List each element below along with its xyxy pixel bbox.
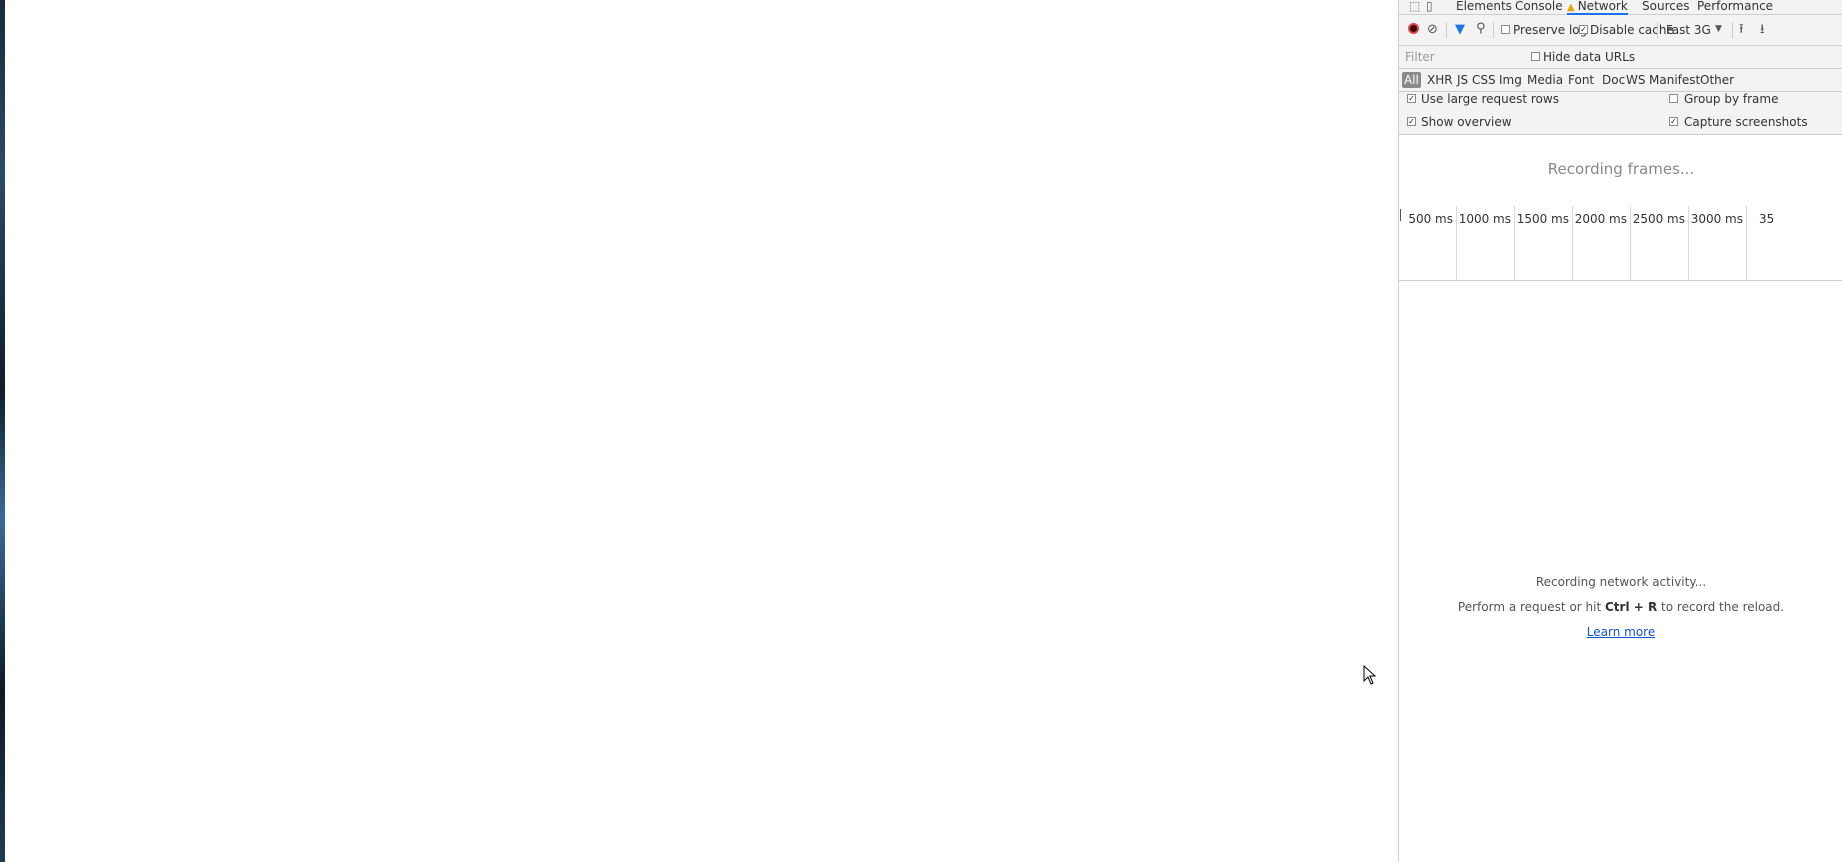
network-toolbar: ⊘ ▼ ⚲ Preserve log ✓ Disable cache Fast …	[1399, 15, 1842, 46]
recording-frames-text: Recording frames...	[1547, 160, 1695, 178]
toolbar-divider	[1493, 22, 1494, 38]
warning-icon: ▲	[1567, 2, 1575, 13]
filter-type-other[interactable]: Other	[1698, 72, 1736, 88]
use-large-rows-checkbox[interactable]: ✓	[1407, 94, 1416, 103]
search-icon[interactable]: ⚲	[1476, 22, 1486, 35]
filter-type-js[interactable]: JS	[1455, 72, 1470, 88]
tab-console[interactable]: Console	[1515, 0, 1563, 13]
network-overview-timeline[interactable]: 500 ms 1000 ms 1500 ms 2000 ms 2500 ms 3…	[1399, 206, 1842, 281]
capture-screenshots-checkbox[interactable]: ✓	[1669, 117, 1678, 126]
filter-type-img[interactable]: Img	[1497, 72, 1524, 88]
throttle-select[interactable]: Fast 3G	[1666, 23, 1711, 37]
preserve-log-label: Preserve log	[1513, 23, 1588, 37]
mouse-cursor-icon	[1363, 665, 1377, 685]
reload-hint-text: Perform a request or hit Ctrl + R to rec…	[1457, 600, 1785, 614]
toolbar-divider	[1446, 22, 1447, 38]
toolbar-divider	[1657, 22, 1658, 38]
filter-type-media[interactable]: Media	[1525, 72, 1565, 88]
group-by-frame-label: Group by frame	[1684, 92, 1779, 106]
upload-icon[interactable]: ⭱	[1739, 23, 1744, 36]
network-settings: ✓ Use large request rows Group by frame …	[1399, 92, 1842, 135]
reload-shortcut: Ctrl + R	[1605, 600, 1658, 614]
filter-bar: Hide data URLs	[1399, 46, 1842, 69]
tab-network[interactable]: ▲ Network	[1567, 0, 1628, 15]
timeline-tick: 500 ms	[1399, 206, 1457, 280]
disable-cache-checkbox[interactable]: ✓	[1579, 25, 1588, 34]
recording-activity-text: Recording network activity...	[1535, 575, 1707, 589]
filter-type-all[interactable]: All	[1402, 72, 1421, 88]
timeline-tick: 2500 ms	[1631, 206, 1689, 280]
filter-type-ws[interactable]: WS	[1624, 72, 1647, 88]
download-icon[interactable]: ⭳	[1760, 23, 1765, 36]
desktop-background-strip	[0, 0, 5, 862]
use-large-rows-label: Use large request rows	[1421, 92, 1559, 106]
filter-icon[interactable]: ▼	[1455, 23, 1465, 36]
hide-data-urls-checkbox[interactable]	[1531, 52, 1540, 61]
group-by-frame-checkbox[interactable]	[1669, 94, 1678, 103]
inspect-element-icon[interactable]: ⬚	[1409, 0, 1420, 13]
filter-type-xhr[interactable]: XHR	[1425, 72, 1455, 88]
hide-data-urls-label: Hide data URLs	[1543, 50, 1636, 64]
devtools-tabbar: ⬚ ▯ Elements Console ▲ Network Sources Pe…	[1399, 0, 1842, 15]
learn-more-link[interactable]: Learn more	[1399, 625, 1842, 639]
tab-sources[interactable]: Sources	[1642, 0, 1689, 13]
show-overview-checkbox[interactable]: ✓	[1407, 117, 1416, 126]
filter-type-manifest[interactable]: Manifest	[1647, 72, 1702, 88]
toolbar-divider	[1732, 22, 1733, 38]
chevron-down-icon[interactable]: ▼	[1715, 23, 1722, 36]
timeline-tick: 1500 ms	[1515, 206, 1573, 280]
devtools-panel: ⬚ ▯ Elements Console ▲ Network Sources Pe…	[1398, 0, 1842, 862]
timeline-tick: 3000 ms	[1689, 206, 1747, 280]
tab-network-label: Network	[1577, 0, 1628, 13]
show-overview-label: Show overview	[1421, 115, 1512, 129]
resource-type-filters: All XHR JS CSS Img Media Font Doc WS Man…	[1399, 69, 1842, 92]
disable-cache-label: Disable cache	[1590, 23, 1674, 37]
device-toolbar-icon[interactable]: ▯	[1426, 0, 1433, 13]
tab-performance[interactable]: Performance	[1697, 0, 1773, 13]
timeline-tick: 1000 ms	[1457, 206, 1515, 280]
capture-screenshots-label: Capture screenshots	[1684, 115, 1808, 129]
clear-icon[interactable]: ⊘	[1427, 23, 1438, 36]
tab-elements[interactable]: Elements	[1456, 0, 1512, 13]
preserve-log-checkbox[interactable]	[1501, 25, 1510, 34]
timeline-tick: 35	[1759, 212, 1775, 226]
filter-type-css[interactable]: CSS	[1470, 72, 1498, 88]
record-button[interactable]	[1408, 23, 1419, 34]
filter-type-font[interactable]: Font	[1566, 72, 1596, 88]
timeline-tick: 2000 ms	[1573, 206, 1631, 280]
